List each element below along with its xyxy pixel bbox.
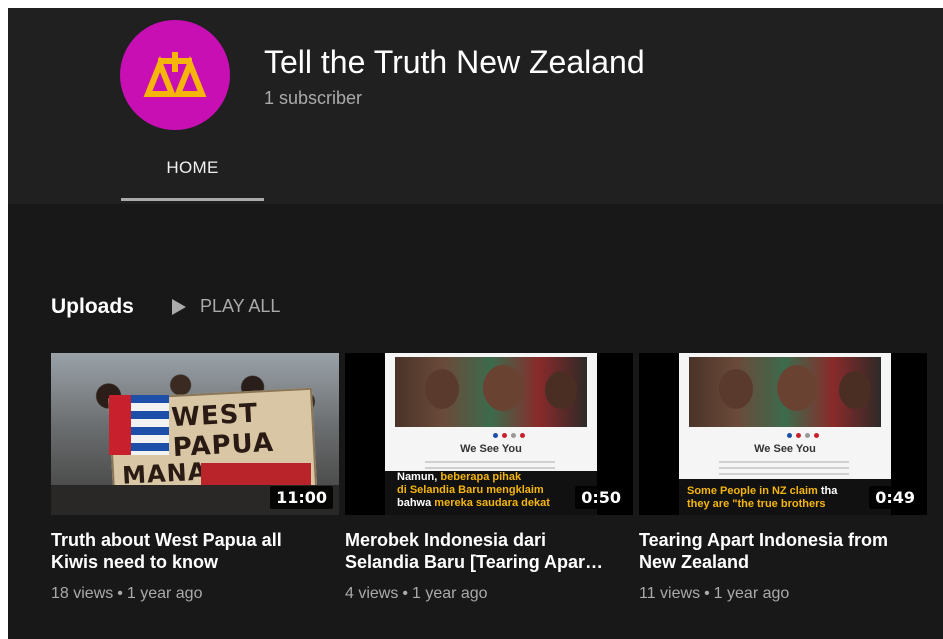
play-all-label: PLAY ALL — [200, 296, 281, 316]
video-card[interactable]: We See You Namun, beberapa pihak di Sela… — [345, 353, 633, 603]
tab-home[interactable]: HOME — [121, 158, 264, 178]
upload-age: 1 year ago — [713, 585, 790, 602]
thumbnail-heading: We See You — [460, 443, 522, 455]
channel-avatar[interactable] — [120, 20, 230, 130]
video-duration: 0:50 — [575, 486, 627, 509]
play-icon — [172, 298, 186, 315]
view-count: 11 views — [639, 585, 701, 602]
scales-icon — [143, 52, 207, 97]
video-thumbnail[interactable]: We See You Namun, beberapa pihak di Sela… — [345, 353, 633, 515]
video-meta: 4 views • 1 year ago — [345, 585, 488, 602]
video-title[interactable]: Tearing Apart Indonesia from New Zealand — [639, 529, 909, 573]
uploads-title[interactable]: Uploads — [51, 295, 134, 319]
video-meta: 18 views • 1 year ago — [51, 585, 203, 602]
video-thumbnail[interactable]: WEST PAPUA MANA MOTUHAKE 11:00 — [51, 353, 339, 515]
video-thumbnail[interactable]: We See You Some People in NZ claim tha t… — [639, 353, 927, 515]
subscriber-count: 1 subscriber — [264, 88, 363, 108]
upload-age: 1 year ago — [126, 585, 203, 602]
thumbnail-heading: We See You — [754, 443, 816, 455]
video-title[interactable]: Truth about West Papua all Kiwis need to… — [51, 529, 321, 573]
uploads-section-header: Uploads — [51, 294, 134, 320]
video-card[interactable]: WEST PAPUA MANA MOTUHAKE 11:00 Truth abo… — [51, 353, 339, 603]
active-tab-indicator — [121, 198, 264, 201]
play-all-button[interactable]: PLAY ALL — [172, 296, 280, 317]
channel-header: Tell the Truth New Zealand 1 subscriber … — [8, 8, 943, 204]
channel-title: Tell the Truth New Zealand — [264, 44, 645, 80]
video-meta: 11 views • 1 year ago — [639, 585, 790, 602]
upload-age: 1 year ago — [411, 585, 488, 602]
youtube-channel-page: Tell the Truth New Zealand 1 subscriber … — [8, 8, 943, 639]
video-card[interactable]: We See You Some People in NZ claim tha t… — [639, 353, 927, 603]
view-count: 18 views — [51, 585, 114, 602]
thumbnail-caption: Namun, beberapa pihak di Selandia Baru m… — [397, 471, 550, 509]
view-count: 4 views — [345, 585, 399, 602]
video-duration: 11:00 — [270, 486, 333, 509]
video-duration: 0:49 — [869, 486, 921, 509]
video-title[interactable]: Merobek Indonesia dari Selandia Baru [Te… — [345, 529, 615, 573]
